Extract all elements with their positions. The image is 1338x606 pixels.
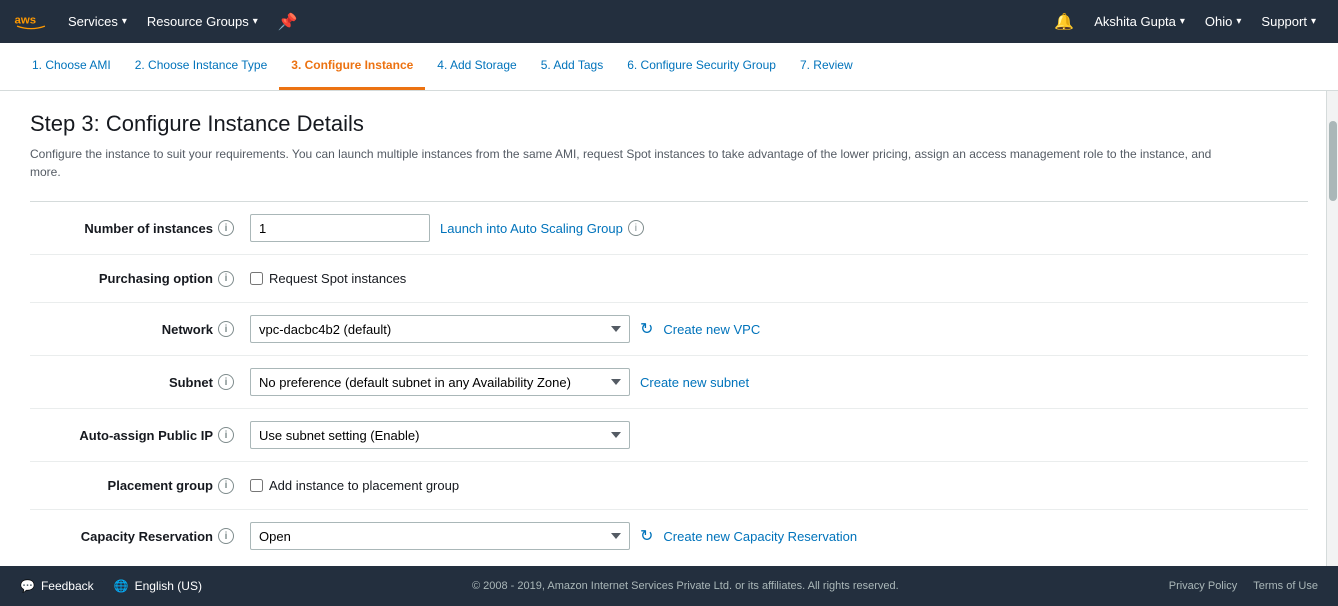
user-chevron-icon: ▾ [1180, 16, 1185, 27]
footer-links: Privacy Policy Terms of Use [1169, 580, 1318, 592]
number-of-instances-row: Number of instances i Launch into Auto S… [30, 202, 1308, 255]
number-of-instances-control: Launch into Auto Scaling Group i [250, 214, 1308, 242]
create-capacity-link[interactable]: Create new Capacity Reservation [663, 529, 857, 544]
placement-group-control: Add instance to placement group [250, 478, 1308, 493]
purchasing-option-control: Request Spot instances [250, 271, 1308, 286]
network-label: Network i [30, 321, 250, 337]
tab-add-storage[interactable]: 4. Add Storage [425, 42, 528, 90]
region-chevron-icon: ▾ [1236, 16, 1241, 27]
network-refresh-icon[interactable]: ↻ [640, 319, 653, 339]
placement-group-info-icon[interactable]: i [218, 478, 234, 494]
top-navigation: aws Services ▾ Resource Groups ▾ 📌 🔔 Aks… [0, 0, 1338, 43]
capacity-reservation-control: Open ↻ Create new Capacity Reservation [250, 522, 1308, 550]
capacity-reservation-info-icon[interactable]: i [218, 528, 234, 544]
subnet-info-icon[interactable]: i [218, 374, 234, 390]
page-description: Configure the instance to suit your requ… [30, 145, 1230, 181]
feedback-link[interactable]: 💬 Feedback [20, 579, 94, 593]
purchasing-option-row: Purchasing option i Request Spot instanc… [30, 255, 1308, 303]
tab-review[interactable]: 7. Review [788, 42, 865, 90]
user-menu[interactable]: Akshita Gupta ▾ [1084, 14, 1195, 29]
auto-assign-ip-info-icon[interactable]: i [218, 427, 234, 443]
tab-configure-instance[interactable]: 3. Configure Instance [279, 42, 425, 90]
capacity-refresh-icon[interactable]: ↻ [640, 526, 653, 546]
services-menu[interactable]: Services ▾ [58, 0, 137, 43]
network-row: Network i vpc-dacbc4b2 (default) ↻ Creat… [30, 303, 1308, 356]
network-info-icon[interactable]: i [218, 321, 234, 337]
page-title: Step 3: Configure Instance Details [30, 111, 1308, 137]
pin-icon[interactable]: 📌 [268, 12, 308, 32]
auto-assign-ip-select[interactable]: Use subnet setting (Enable) [250, 421, 630, 449]
subnet-control: No preference (default subnet in any Ava… [250, 368, 1308, 396]
auto-scaling-info-icon[interactable]: i [628, 220, 644, 236]
purchasing-option-info-icon[interactable]: i [218, 271, 234, 287]
main-content: Step 3: Configure Instance Details Confi… [0, 91, 1338, 566]
purchasing-option-label: Purchasing option i [30, 271, 250, 287]
copyright-text: © 2008 - 2019, Amazon Internet Services … [202, 580, 1169, 592]
number-of-instances-label: Number of instances i [30, 220, 250, 236]
resource-groups-menu[interactable]: Resource Groups ▾ [137, 0, 268, 43]
scrollbar[interactable] [1326, 91, 1338, 566]
globe-icon: 🌐 [114, 579, 129, 593]
terms-of-use-link[interactable]: Terms of Use [1253, 580, 1318, 592]
chat-icon: 💬 [20, 579, 35, 593]
privacy-policy-link[interactable]: Privacy Policy [1169, 580, 1237, 592]
form-area: Step 3: Configure Instance Details Confi… [0, 91, 1338, 566]
notifications-bell-icon[interactable]: 🔔 [1044, 12, 1084, 32]
create-vpc-link[interactable]: Create new VPC [663, 322, 760, 337]
auto-assign-ip-row: Auto-assign Public IP i Use subnet setti… [30, 409, 1308, 462]
scroll-thumb[interactable] [1329, 121, 1337, 201]
number-of-instances-info-icon[interactable]: i [218, 220, 234, 236]
placement-group-row: Placement group i Add instance to placem… [30, 462, 1308, 510]
request-spot-checkbox[interactable] [250, 272, 263, 285]
language-selector[interactable]: 🌐 English (US) [114, 579, 202, 593]
add-placement-checkbox[interactable] [250, 479, 263, 492]
svg-text:aws: aws [15, 14, 37, 26]
subnet-row: Subnet i No preference (default subnet i… [30, 356, 1308, 409]
services-chevron-icon: ▾ [122, 16, 127, 27]
capacity-reservation-label: Capacity Reservation i [30, 528, 250, 544]
support-chevron-icon: ▾ [1311, 16, 1316, 27]
request-spot-label[interactable]: Request Spot instances [250, 271, 406, 286]
auto-assign-ip-control: Use subnet setting (Enable) [250, 421, 1308, 449]
region-menu[interactable]: Ohio ▾ [1195, 14, 1252, 29]
network-control: vpc-dacbc4b2 (default) ↻ Create new VPC [250, 315, 1308, 343]
instance-config-form: Number of instances i Launch into Auto S… [30, 201, 1308, 562]
create-subnet-link[interactable]: Create new subnet [640, 375, 749, 390]
tab-choose-ami[interactable]: 1. Choose AMI [20, 42, 123, 90]
tab-configure-security-group[interactable]: 6. Configure Security Group [615, 42, 788, 90]
capacity-reservation-select[interactable]: Open [250, 522, 630, 550]
add-placement-label[interactable]: Add instance to placement group [250, 478, 459, 493]
launch-auto-scaling-link[interactable]: Launch into Auto Scaling Group i [440, 220, 644, 236]
aws-logo[interactable]: aws [12, 8, 50, 36]
tab-add-tags[interactable]: 5. Add Tags [529, 42, 616, 90]
number-of-instances-input[interactable] [250, 214, 430, 242]
subnet-select[interactable]: No preference (default subnet in any Ava… [250, 368, 630, 396]
subnet-label: Subnet i [30, 374, 250, 390]
placement-group-label: Placement group i [30, 478, 250, 494]
resource-groups-chevron-icon: ▾ [253, 16, 258, 27]
bottom-bar: 💬 Feedback 🌐 English (US) © 2008 - 2019,… [0, 566, 1338, 606]
tab-choose-instance-type[interactable]: 2. Choose Instance Type [123, 42, 280, 90]
capacity-reservation-row: Capacity Reservation i Open ↻ Create new… [30, 510, 1308, 562]
auto-assign-ip-label: Auto-assign Public IP i [30, 427, 250, 443]
wizard-tabs: 1. Choose AMI 2. Choose Instance Type 3.… [0, 43, 1338, 91]
support-menu[interactable]: Support ▾ [1251, 14, 1326, 29]
network-select[interactable]: vpc-dacbc4b2 (default) [250, 315, 630, 343]
